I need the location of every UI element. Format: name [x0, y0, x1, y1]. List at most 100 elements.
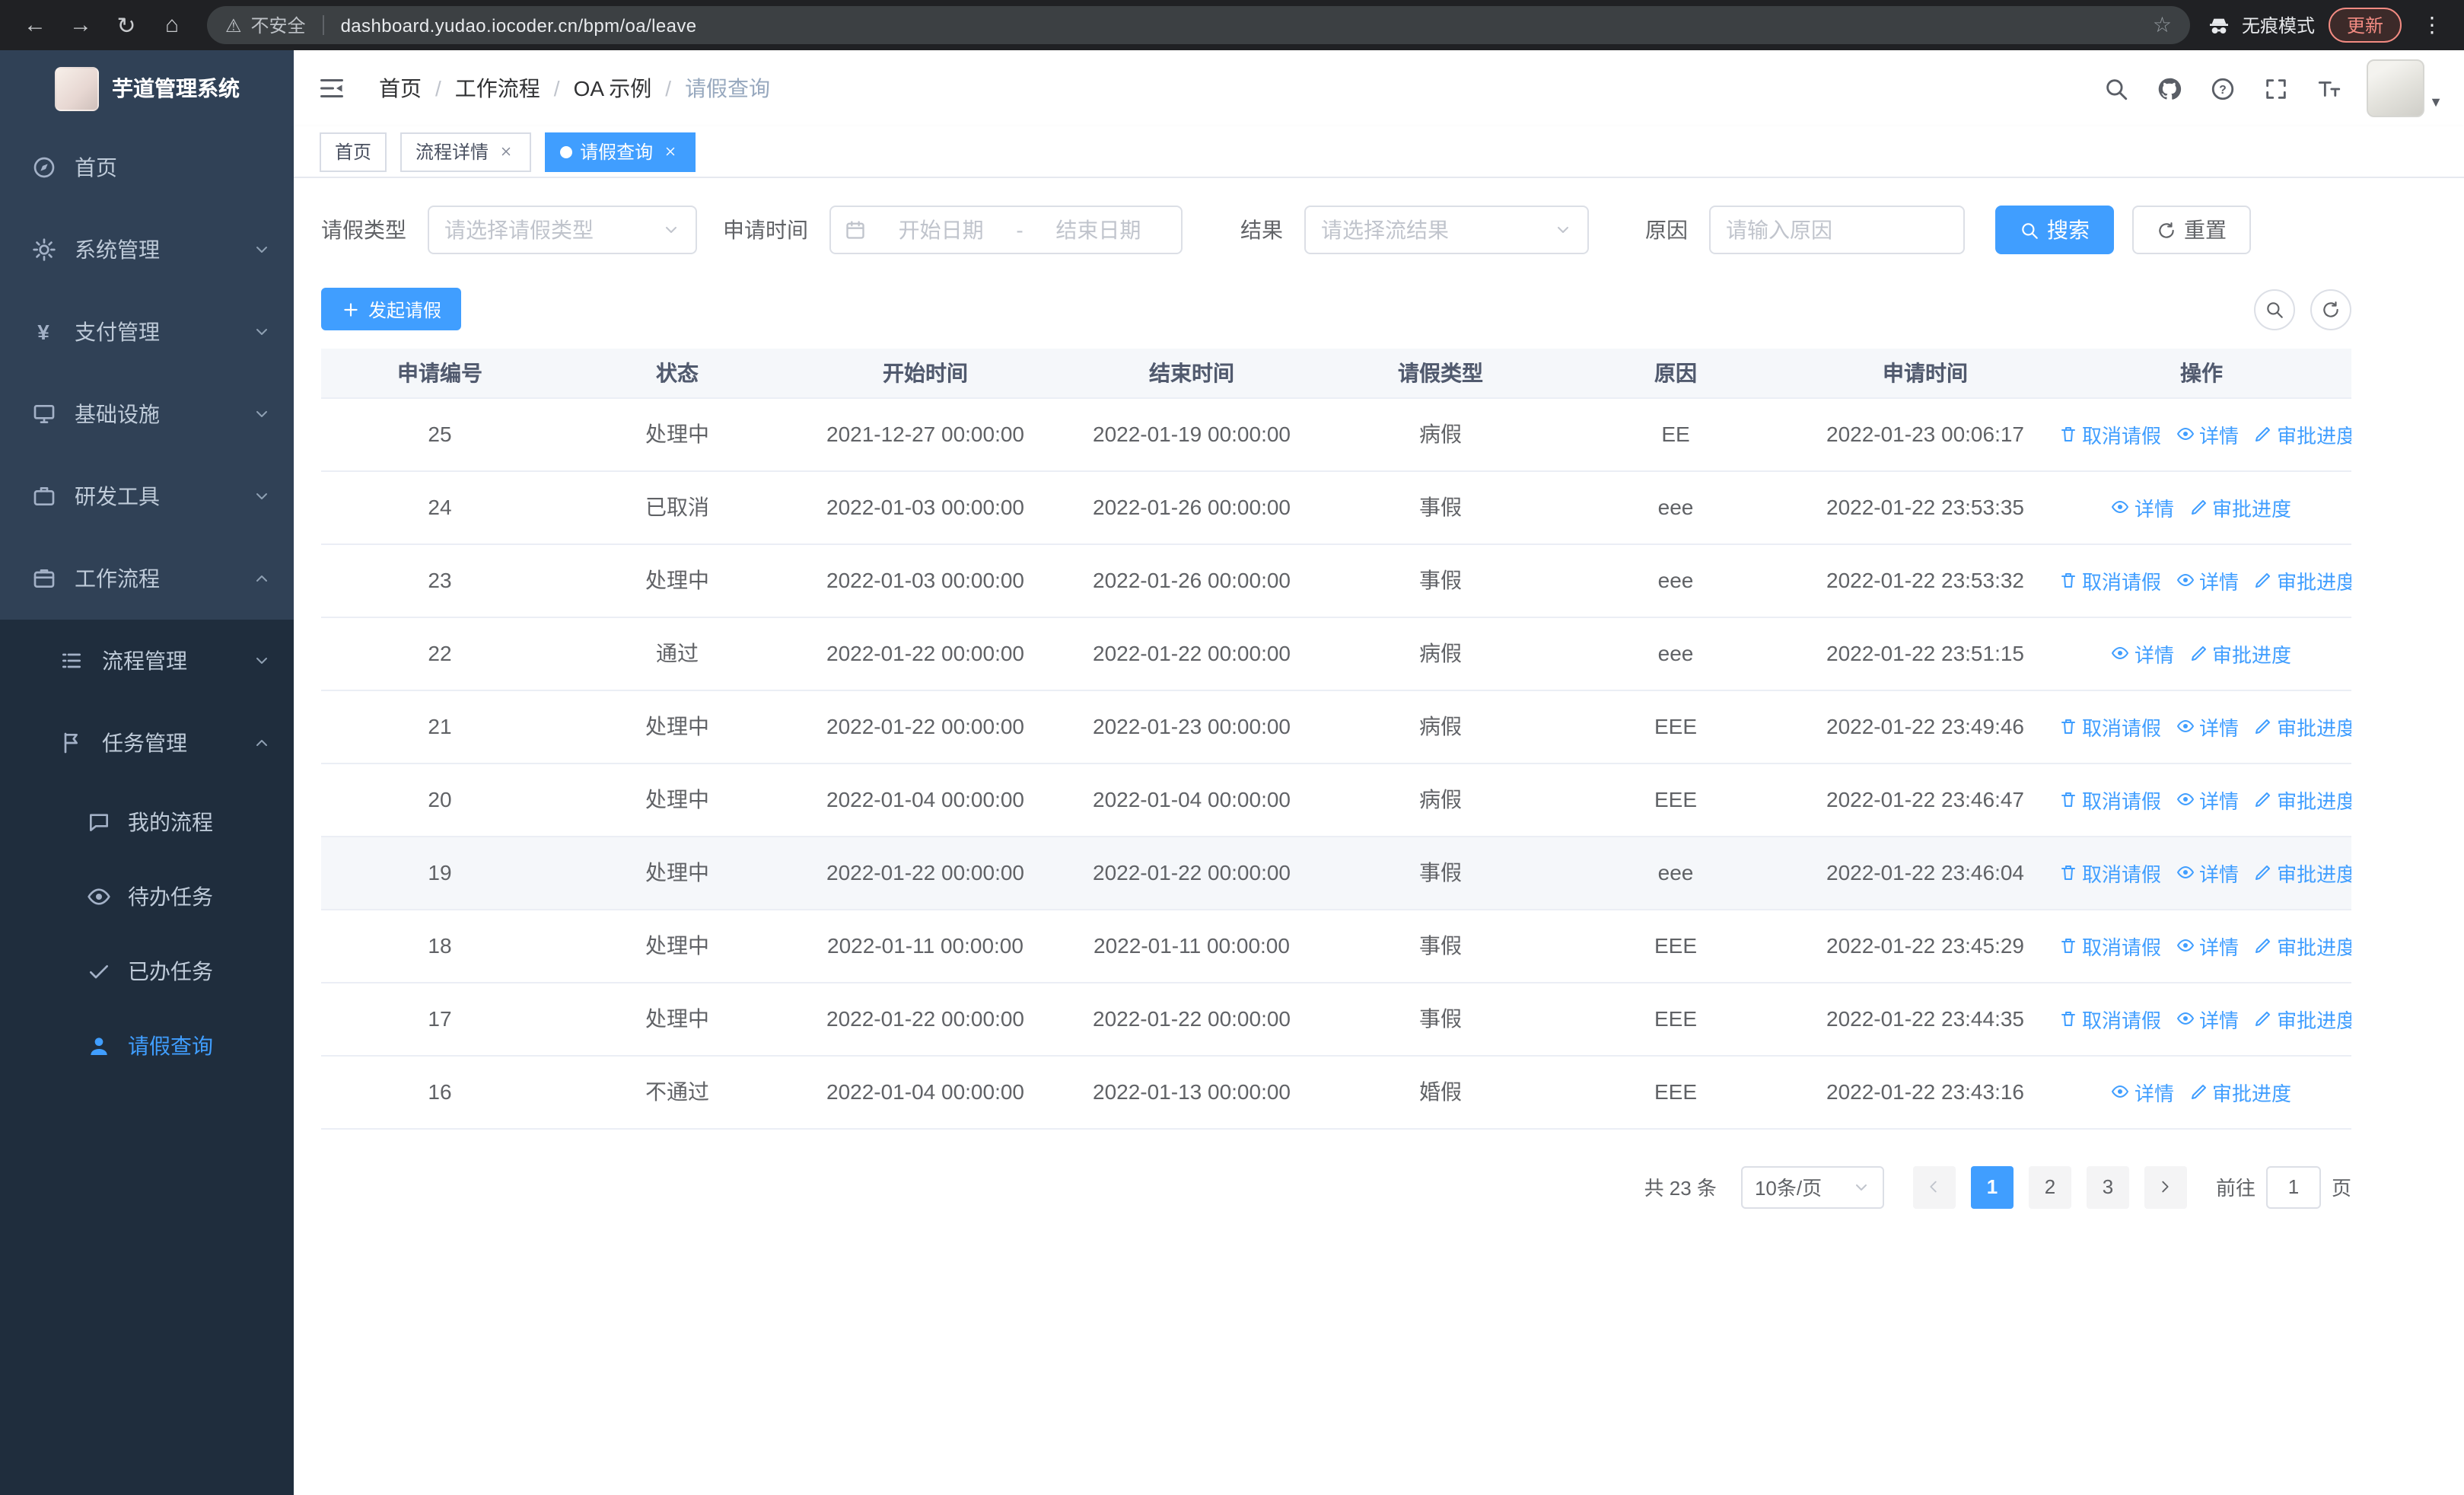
op-label: 详情 — [2199, 716, 2240, 739]
progress-link[interactable]: 审批进度 — [2254, 566, 2351, 594]
refresh-table-button[interactable] — [2310, 288, 2351, 330]
page-button-2[interactable]: 2 — [2028, 1165, 2071, 1208]
cancel-leave-link[interactable]: 取消请假 — [2059, 419, 2161, 448]
sidebar-item-todo-tasks[interactable]: 待办任务 — [0, 859, 294, 933]
forward-icon[interactable]: → — [61, 5, 100, 45]
cancel-leave-link[interactable]: 取消请假 — [2059, 1004, 2161, 1033]
prev-page-button[interactable] — [1912, 1165, 1956, 1208]
detail-link[interactable]: 详情 — [2176, 1004, 2239, 1033]
bookmark-star-icon[interactable]: ☆ — [2153, 12, 2172, 38]
calendar-icon — [845, 219, 866, 241]
sidebar-item-leave-query[interactable]: 请假查询 — [0, 1008, 294, 1082]
detail-link[interactable]: 详情 — [2112, 1077, 2174, 1106]
cell-start-time: 2022-01-22 00:00:00 — [796, 690, 1055, 763]
eye-icon — [2112, 1082, 2130, 1101]
date-range-picker[interactable]: 开始日期 - 结束日期 — [829, 206, 1183, 254]
avatar[interactable] — [2367, 59, 2425, 117]
table-row: 22 通过 2022-01-22 00:00:00 2022-01-22 00:… — [321, 617, 2351, 690]
browser-menu-icon[interactable]: ⋮ — [2415, 12, 2449, 38]
progress-link[interactable]: 审批进度 — [2254, 931, 2351, 960]
breadcrumb-workflow[interactable]: 工作流程 — [455, 73, 540, 104]
sidebar-item-payment[interactable]: ¥ 支付管理 — [0, 291, 294, 373]
edit-icon — [2189, 498, 2208, 516]
sidebar-item-label: 已办任务 — [128, 958, 213, 983]
sidebar-item-home[interactable]: 首页 — [0, 126, 294, 209]
tab-home[interactable]: 首页 — [320, 132, 387, 171]
edit-icon — [2254, 717, 2272, 735]
leave-type-select[interactable]: 请选择请假类型 — [428, 206, 697, 254]
update-button[interactable]: 更新 — [2328, 8, 2402, 43]
back-icon[interactable]: ← — [15, 5, 55, 45]
tab-leave-query[interactable]: 请假查询 — [545, 132, 696, 171]
cancel-leave-link[interactable]: 取消请假 — [2059, 858, 2161, 887]
github-icon[interactable] — [2154, 73, 2184, 104]
detail-link[interactable]: 详情 — [2176, 712, 2239, 741]
create-leave-button[interactable]: 发起请假 — [321, 288, 462, 330]
cell-status: 处理中 — [559, 543, 796, 617]
close-icon[interactable] — [496, 142, 516, 161]
sidebar-item-label: 工作流程 — [75, 566, 160, 591]
cell-apply-id: 24 — [321, 470, 559, 544]
font-size-icon[interactable] — [2313, 73, 2344, 104]
progress-link[interactable]: 审批进度 — [2254, 1004, 2351, 1033]
url-bar[interactable]: ⚠ 不安全 dashboard.yudao.iocoder.cn/bpm/oa/… — [207, 6, 2190, 44]
next-page-button[interactable] — [2144, 1165, 2187, 1208]
detail-link[interactable]: 详情 — [2176, 419, 2239, 448]
toggle-search-button[interactable] — [2254, 288, 2295, 330]
cell-start-time: 2022-01-03 00:00:00 — [796, 470, 1055, 544]
reset-button[interactable]: 重置 — [2132, 206, 2251, 254]
progress-link[interactable]: 审批进度 — [2189, 492, 2291, 521]
security-warning-icon[interactable]: ⚠ — [225, 14, 242, 36]
cell-apply-id: 19 — [321, 836, 559, 910]
progress-link[interactable]: 审批进度 — [2254, 419, 2351, 448]
op-label: 审批进度 — [2277, 789, 2351, 812]
navbar-right-controls: ? ▼ — [2100, 59, 2464, 117]
cancel-leave-link[interactable]: 取消请假 — [2059, 566, 2161, 594]
page-button-1[interactable]: 1 — [1970, 1165, 2014, 1208]
sidebar-item-my-process[interactable]: 我的流程 — [0, 784, 294, 859]
reason-input[interactable] — [1726, 218, 1948, 242]
detail-link[interactable]: 详情 — [2112, 639, 2174, 668]
progress-link[interactable]: 审批进度 — [2254, 712, 2351, 741]
sidebar-item-done-tasks[interactable]: 已办任务 — [0, 933, 294, 1008]
detail-link[interactable]: 详情 — [2176, 566, 2239, 594]
breadcrumb-home[interactable]: 首页 — [379, 73, 422, 104]
sidebar-item-process-mgmt[interactable]: 流程管理 — [0, 620, 294, 702]
col-operations: 操作 — [2052, 349, 2351, 398]
detail-link[interactable]: 详情 — [2112, 492, 2174, 521]
cell-leave-type: 婚假 — [1329, 1055, 1552, 1129]
user-menu[interactable]: ▼ — [2367, 59, 2443, 117]
search-icon[interactable] — [2100, 73, 2131, 104]
home-icon[interactable]: ⌂ — [152, 5, 192, 45]
goto-page-input[interactable] — [2265, 1165, 2321, 1208]
cancel-leave-link[interactable]: 取消请假 — [2059, 931, 2161, 960]
help-icon[interactable]: ? — [2207, 73, 2237, 104]
page-button-3[interactable]: 3 — [2086, 1165, 2129, 1208]
progress-link[interactable]: 审批进度 — [2189, 1077, 2291, 1106]
breadcrumb-oa-example[interactable]: OA 示例 — [574, 73, 652, 104]
cancel-leave-link[interactable]: 取消请假 — [2059, 712, 2161, 741]
cell-leave-type: 病假 — [1329, 763, 1552, 837]
sidebar-item-devtools[interactable]: 研发工具 — [0, 455, 294, 537]
progress-link[interactable]: 审批进度 — [2254, 858, 2351, 887]
page-size-select[interactable]: 10条/页 — [1740, 1165, 1884, 1208]
result-select[interactable]: 请选择流结果 — [1304, 206, 1589, 254]
close-icon[interactable] — [661, 142, 680, 161]
progress-link[interactable]: 审批进度 — [2254, 785, 2351, 814]
detail-link[interactable]: 详情 — [2176, 931, 2239, 960]
progress-link[interactable]: 审批进度 — [2189, 639, 2291, 668]
table-row: 25 处理中 2021-12-27 00:00:00 2022-01-19 00… — [321, 397, 2351, 471]
detail-link[interactable]: 详情 — [2176, 785, 2239, 814]
sidebar-collapse-icon[interactable] — [294, 50, 370, 126]
fullscreen-icon[interactable] — [2260, 73, 2291, 104]
sidebar-item-workflow[interactable]: 工作流程 — [0, 537, 294, 620]
sidebar-item-task-mgmt[interactable]: 任务管理 — [0, 702, 294, 784]
op-label: 详情 — [2134, 643, 2174, 666]
tab-process-detail[interactable]: 流程详情 — [400, 132, 532, 171]
sidebar-item-infrastructure[interactable]: 基础设施 — [0, 373, 294, 455]
cancel-leave-link[interactable]: 取消请假 — [2059, 785, 2161, 814]
detail-link[interactable]: 详情 — [2176, 858, 2239, 887]
reload-icon[interactable]: ↻ — [107, 5, 146, 45]
sidebar-item-system[interactable]: 系统管理 — [0, 209, 294, 291]
search-button[interactable]: 搜索 — [1995, 206, 2114, 254]
